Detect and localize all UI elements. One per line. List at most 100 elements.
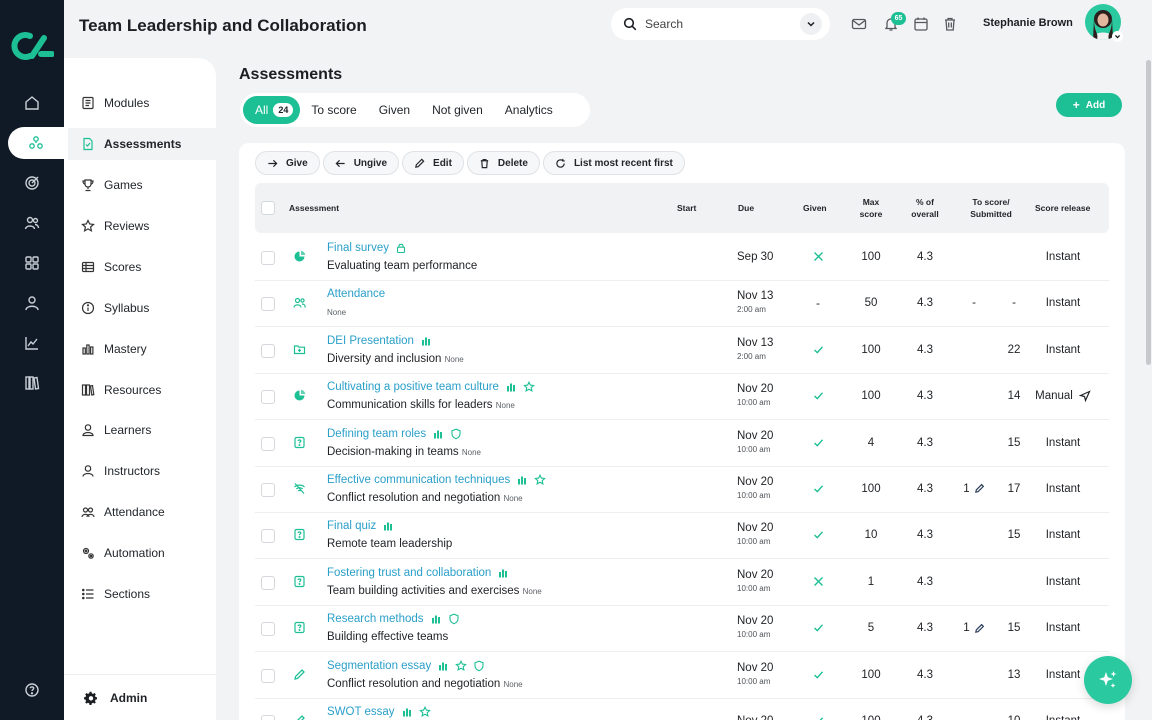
given-status[interactable] <box>811 250 825 264</box>
row-checkbox[interactable] <box>261 251 275 265</box>
col-score-release[interactable]: Score release <box>1035 202 1090 214</box>
pencil-icon[interactable] <box>974 483 985 494</box>
given-status[interactable] <box>811 714 825 720</box>
rail-library-icon[interactable] <box>0 367 64 399</box>
assessment-name-link[interactable]: Segmentation essay <box>327 659 485 672</box>
row-checkbox[interactable] <box>261 343 275 358</box>
rail-help-icon[interactable] <box>0 674 64 706</box>
row-checkbox[interactable] <box>261 390 275 405</box>
sidebar-item-sections[interactable]: Sections <box>68 578 216 610</box>
col-given[interactable]: Given <box>803 202 827 214</box>
sort-button[interactable]: List most recent first <box>542 151 685 175</box>
assessment-name-link[interactable]: Cultivating a positive team culture <box>327 381 535 393</box>
row-checkbox[interactable] <box>261 297 275 312</box>
sidebar-item-resources[interactable]: Resources <box>68 374 216 406</box>
table-row[interactable]: Final quiz Remote team leadership Nov 20 10… <box>255 513 1109 560</box>
given-status[interactable] <box>811 528 825 542</box>
ai-assistant-button[interactable] <box>1084 656 1132 704</box>
table-row[interactable]: Segmentation essay Conflict resolution an… <box>255 653 1109 699</box>
search-bar[interactable] <box>611 8 830 40</box>
row-checkbox[interactable] <box>261 436 275 451</box>
mail-icon[interactable] <box>851 16 867 32</box>
row-checkbox[interactable] <box>261 575 275 590</box>
assessment-name-link[interactable]: SWOT essay <box>327 706 431 718</box>
row-checkbox[interactable] <box>261 483 275 497</box>
table-row[interactable]: Defining team roles Decision-making in te… <box>255 421 1109 467</box>
analytics-icon[interactable] <box>497 567 509 579</box>
edit-button[interactable]: Edit <box>402 151 464 175</box>
ungive-button[interactable]: Ungive <box>322 151 400 175</box>
page-scrollbar[interactable] <box>1146 60 1151 365</box>
assessment-name-link[interactable]: Attendance <box>327 288 385 300</box>
tab-given[interactable]: Given <box>368 96 421 124</box>
table-row[interactable]: Attendance None Nov 13 2:00 am -50 4.3- - Insta… <box>255 281 1109 328</box>
table-row[interactable]: DEI Presentation Diversity and inclusion … <box>255 328 1109 374</box>
analytics-icon[interactable] <box>382 520 394 532</box>
row-checkbox[interactable] <box>261 715 275 720</box>
select-all-checkbox[interactable] <box>261 201 275 215</box>
assessment-name[interactable]: Research methods <box>327 613 424 625</box>
sidebar-item-automation[interactable]: Automation <box>68 537 216 569</box>
analytics-icon[interactable] <box>432 428 444 440</box>
row-checkbox[interactable] <box>261 668 275 683</box>
given-status[interactable] <box>811 482 825 496</box>
table-row[interactable]: Final survey Evaluating team performance S… <box>255 235 1109 281</box>
sidebar-item-instructors[interactable]: Instructors <box>68 455 216 487</box>
send-icon[interactable] <box>1078 390 1091 403</box>
given-status[interactable] <box>811 575 825 589</box>
sidebar-item-mastery[interactable]: Mastery <box>68 333 216 365</box>
table-row[interactable]: Fostering trust and collaboration Team bu… <box>255 560 1109 606</box>
to-score-count[interactable]: 1 <box>959 483 989 495</box>
search-input[interactable] <box>645 17 800 31</box>
add-button[interactable]: + Add <box>1056 93 1122 117</box>
analytics-icon[interactable] <box>430 613 442 625</box>
rail-chart-line-icon[interactable] <box>0 327 64 359</box>
to-score-count[interactable]: - <box>959 297 989 309</box>
rail-network-icon[interactable] <box>8 127 64 159</box>
tab-all[interactable]: All 24 <box>243 96 301 124</box>
trash-icon[interactable] <box>942 16 958 32</box>
table-row[interactable]: Cultivating a positive team culture Commu… <box>255 374 1109 421</box>
given-status[interactable]: - <box>811 296 825 310</box>
pencil-icon[interactable] <box>974 623 985 634</box>
col-start[interactable]: Start <box>677 202 696 214</box>
analytics-icon[interactable] <box>401 706 413 718</box>
user-name[interactable]: Stephanie Brown <box>983 17 1073 29</box>
delete-button[interactable]: Delete <box>466 151 540 175</box>
assessment-name-link[interactable]: DEI Presentation <box>327 335 432 347</box>
given-status[interactable] <box>811 389 825 403</box>
give-button[interactable]: Give <box>255 151 320 175</box>
search-scope-dropdown[interactable] <box>800 13 822 35</box>
col-pct-overall[interactable]: % of overall <box>905 196 945 220</box>
col-due[interactable]: Due <box>738 202 754 214</box>
table-row[interactable]: Research methods Building effective teams… <box>255 606 1109 653</box>
rail-grid-icon[interactable] <box>0 247 64 279</box>
row-checkbox[interactable] <box>261 529 275 544</box>
assessment-name[interactable]: Effective communication techniques <box>327 474 510 486</box>
assessment-name-link[interactable]: Fostering trust and collaboration <box>327 567 509 579</box>
table-row[interactable]: Effective communication techniques Confli… <box>255 467 1109 513</box>
sidebar-item-scores[interactable]: Scores <box>68 251 216 283</box>
assessment-name[interactable]: SWOT essay <box>327 706 395 718</box>
admin-button[interactable]: Admin <box>64 674 216 720</box>
assessment-name[interactable]: Fostering trust and collaboration <box>327 567 491 579</box>
tab-not-given[interactable]: Not given <box>421 96 494 124</box>
sidebar-item-attendance[interactable]: Attendance <box>68 496 216 528</box>
analytics-icon[interactable] <box>420 335 432 347</box>
tab-analytics[interactable]: Analytics <box>494 96 564 124</box>
assessment-name-link[interactable]: Final survey <box>327 242 407 254</box>
sidebar-item-games[interactable]: Games <box>68 169 216 201</box>
assessment-name[interactable]: Final survey <box>327 242 389 254</box>
sidebar-item-assessments[interactable]: Assessments <box>68 128 216 160</box>
col-assessment[interactable]: Assessment <box>289 202 339 214</box>
sidebar-item-syllabus[interactable]: Syllabus <box>68 292 216 324</box>
col-max-score[interactable]: Max score <box>855 196 887 220</box>
calendar-icon[interactable] <box>913 16 929 32</box>
analytics-icon[interactable] <box>516 474 528 486</box>
sidebar-item-learners[interactable]: Learners <box>68 414 216 446</box>
app-logo-icon[interactable] <box>10 30 54 62</box>
rail-user-icon[interactable] <box>0 287 64 319</box>
analytics-icon[interactable] <box>505 381 517 393</box>
given-status[interactable] <box>811 621 825 635</box>
given-status[interactable] <box>811 436 825 450</box>
